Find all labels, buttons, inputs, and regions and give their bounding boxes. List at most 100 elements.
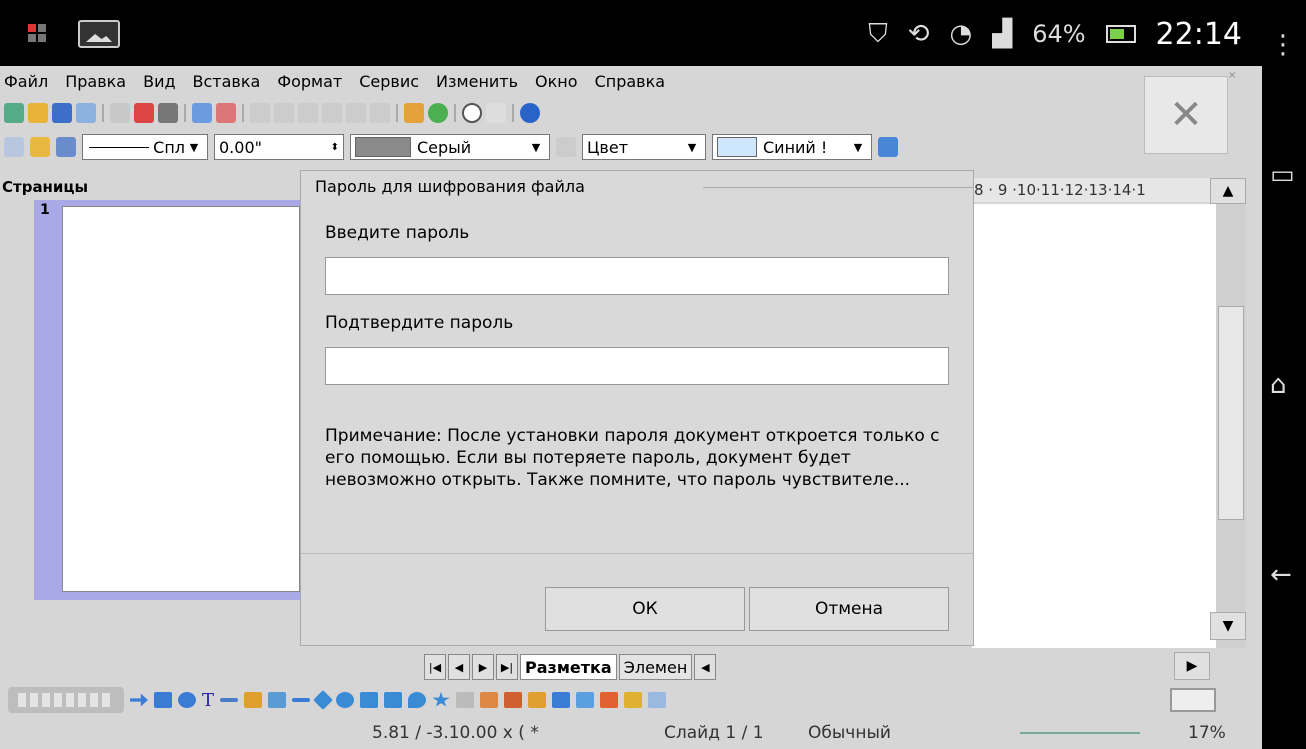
line-color-select[interactable]: Серый ▼ — [350, 134, 550, 160]
arrow-style-icon[interactable] — [56, 137, 76, 157]
menu-help[interactable]: Справка — [595, 72, 666, 91]
export-pdf-icon[interactable] — [134, 103, 154, 123]
menu-insert[interactable]: Вставка — [193, 72, 261, 91]
gallery-icon[interactable] — [486, 103, 506, 123]
points-icon[interactable] — [456, 692, 475, 708]
arrange-icon[interactable] — [624, 692, 643, 708]
save-icon[interactable] — [52, 103, 72, 123]
fit-text-icon[interactable] — [220, 698, 239, 702]
effects-icon[interactable] — [576, 692, 595, 708]
small-close-icon[interactable]: × — [1228, 70, 1236, 81]
chevron-down-icon[interactable]: ▼ — [849, 136, 867, 158]
zoom-slider[interactable] — [1020, 732, 1140, 734]
spellcheck-icon[interactable] — [192, 103, 212, 123]
toolbar-separator — [184, 104, 186, 122]
vertical-scroll-thumb[interactable] — [1218, 306, 1244, 520]
fill-type-select[interactable]: Цвет ▼ — [582, 134, 706, 160]
spin-icon[interactable]: ⬍ — [331, 142, 339, 153]
menu-modify[interactable]: Изменить — [436, 72, 518, 91]
cancel-button[interactable]: Отмена — [749, 587, 949, 631]
chart-icon[interactable] — [404, 103, 424, 123]
open-icon[interactable] — [28, 103, 48, 123]
password-input[interactable] — [325, 257, 949, 295]
fill-color-select[interactable]: Синий ! ▼ — [712, 134, 872, 160]
redo-icon[interactable] — [370, 103, 390, 123]
menu-format[interactable]: Формат — [277, 72, 342, 91]
new-icon[interactable] — [4, 103, 24, 123]
blue-swatch — [717, 137, 757, 157]
arrow-tool-icon[interactable] — [130, 693, 148, 707]
flowchart-icon[interactable] — [384, 692, 403, 708]
tabs-scroll-left[interactable]: ◀ — [694, 654, 717, 680]
line-style-select[interactable]: Спл ▼ — [82, 134, 208, 160]
globe-icon[interactable] — [428, 103, 448, 123]
stars-icon[interactable] — [432, 692, 450, 707]
recent-apps-icon[interactable]: ▭ — [1270, 160, 1295, 190]
page-thumbnail[interactable] — [62, 206, 300, 592]
line-width-spin[interactable]: 0.00" ⬍ — [214, 134, 344, 160]
connector-tool-icon[interactable] — [268, 692, 287, 708]
last-tab-button[interactable]: ▶| — [496, 654, 518, 680]
symbol-shapes-icon[interactable] — [336, 692, 355, 708]
close-button[interactable]: ✕ — [1144, 76, 1228, 154]
chevron-down-icon[interactable]: ▼ — [185, 136, 203, 158]
copy-icon[interactable] — [274, 103, 294, 123]
email-icon[interactable] — [76, 103, 96, 123]
paste-icon[interactable] — [298, 103, 318, 123]
tab-layout[interactable]: Разметка — [520, 654, 617, 680]
home-icon[interactable]: ⌂ — [1270, 370, 1287, 400]
cut-icon[interactable] — [250, 103, 270, 123]
ellipse-tool-icon[interactable] — [178, 692, 196, 708]
callouts-icon[interactable] — [408, 692, 427, 708]
chevron-down-icon[interactable]: ▼ — [527, 136, 545, 158]
fill-icon[interactable] — [30, 137, 50, 157]
prev-tab-button[interactable]: ◀ — [448, 654, 470, 680]
basic-shapes-icon[interactable] — [313, 690, 333, 710]
line-properties-icon[interactable] — [4, 137, 24, 157]
area-style-icon[interactable] — [556, 137, 576, 157]
image-icon[interactable] — [552, 692, 571, 708]
fontwork-icon[interactable] — [504, 692, 523, 708]
scroll-down-button[interactable]: ▼ — [1210, 612, 1246, 640]
curve-tool-icon[interactable] — [244, 692, 263, 708]
menu-view[interactable]: Вид — [143, 72, 175, 91]
help-icon[interactable] — [520, 103, 540, 123]
next-tab-button[interactable]: ▶ — [472, 654, 494, 680]
shadow-icon[interactable] — [878, 137, 898, 157]
from-file-icon[interactable] — [528, 692, 547, 708]
alignment-icon[interactable] — [600, 692, 619, 708]
undo-icon[interactable] — [346, 103, 366, 123]
zoom-level[interactable]: 17% — [1188, 723, 1226, 743]
display-icon[interactable] — [1170, 688, 1216, 712]
slide-canvas[interactable] — [972, 204, 1216, 648]
line-fill-toolbar: Спл ▼ 0.00" ⬍ Серый ▼ Цвет ▼ Синий ! ▼ — [0, 130, 898, 164]
clone-format-icon[interactable] — [322, 103, 342, 123]
line-arrow-tool-icon[interactable] — [292, 698, 311, 702]
chevron-down-icon[interactable]: ▼ — [683, 136, 701, 158]
text-tool-icon[interactable]: T — [202, 690, 214, 711]
glue-points-icon[interactable] — [480, 692, 499, 708]
back-icon[interactable]: ← — [1270, 560, 1292, 590]
navigator-icon[interactable] — [462, 103, 482, 123]
keyboard-icon[interactable] — [8, 687, 124, 713]
menu-edit[interactable]: Правка — [65, 72, 126, 91]
block-arrows-icon[interactable] — [360, 692, 379, 708]
menu-tools[interactable]: Сервис — [359, 72, 419, 91]
rectangle-tool-icon[interactable] — [154, 692, 172, 708]
scroll-right-button[interactable]: ▶ — [1174, 652, 1210, 680]
ok-button[interactable]: ОК — [545, 587, 745, 631]
menu-dots-icon[interactable]: ⋮ — [1270, 30, 1296, 60]
page-number: 1 — [40, 202, 50, 218]
dialog-title: Пароль для шифрования файла — [315, 177, 585, 196]
print-icon[interactable] — [158, 103, 178, 123]
extrusion-icon[interactable] — [648, 692, 667, 708]
first-tab-button[interactable]: |◀ — [424, 654, 446, 680]
view-mode: Обычный — [808, 722, 891, 743]
scroll-up-button[interactable]: ▲ — [1210, 178, 1246, 204]
menu-window[interactable]: Окно — [535, 72, 578, 91]
confirm-password-input[interactable] — [325, 347, 949, 385]
tab-elements[interactable]: Элемен — [618, 654, 693, 680]
autospell-icon[interactable] — [216, 103, 236, 123]
edit-file-icon[interactable] — [110, 103, 130, 123]
menu-file[interactable]: Файл — [4, 72, 48, 91]
